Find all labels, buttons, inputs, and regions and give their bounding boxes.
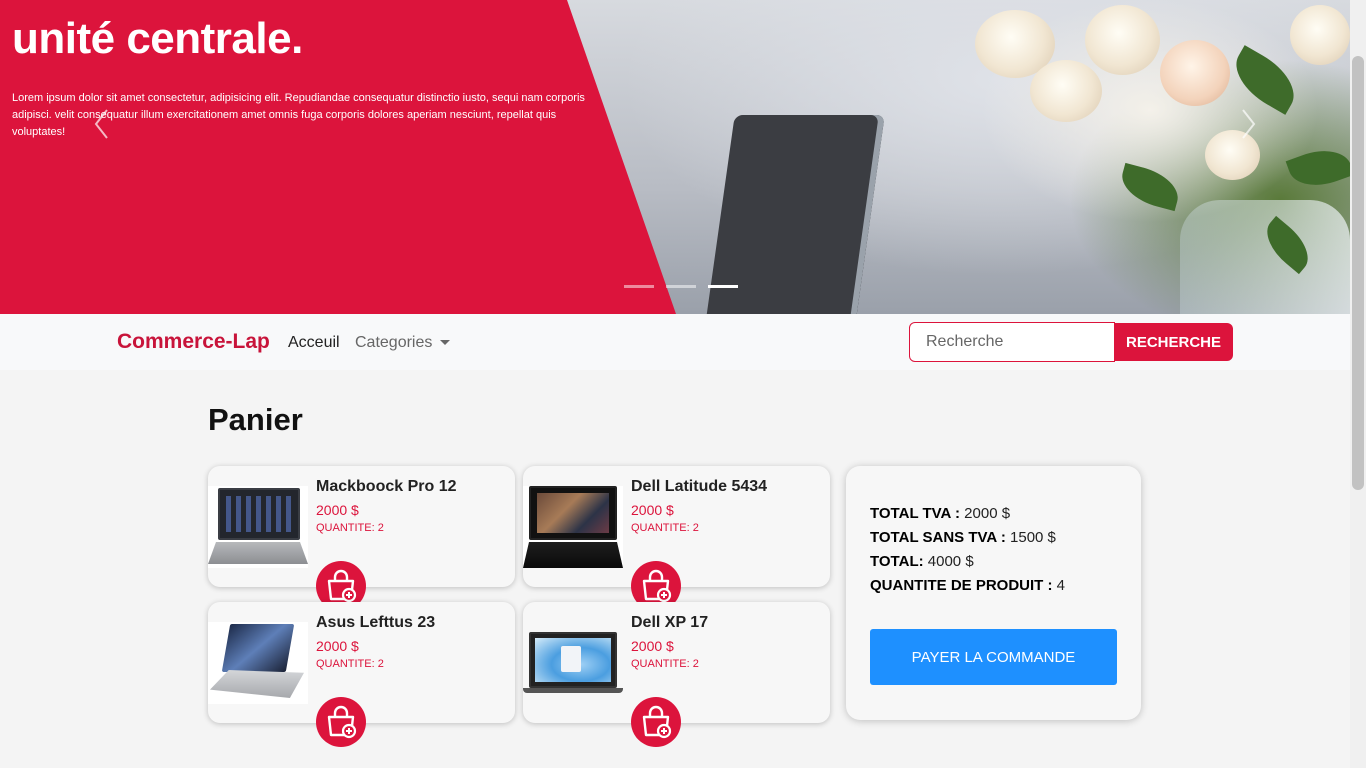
search-input[interactable]: [909, 322, 1115, 362]
product-price: 2000 $: [631, 502, 674, 518]
product-name: Asus Lefttus 23: [316, 614, 436, 631]
product-name: Mackboock Pro 12: [316, 478, 457, 495]
summary-value: 1500 $: [1005, 529, 1056, 546]
hero-vase-image: [1180, 200, 1350, 314]
cart-plus-icon: [327, 569, 357, 603]
summary-label: TOTAL:: [870, 553, 924, 570]
carousel-indicator-2[interactable]: [666, 285, 696, 288]
laptop-screen: [221, 624, 295, 672]
summary-value: 4000 $: [923, 553, 974, 570]
laptop-base: [523, 688, 623, 693]
chevron-left-icon: [94, 109, 108, 139]
product-price: 2000 $: [631, 638, 674, 654]
product-quantity: QUANTITE: 2: [316, 658, 384, 670]
cart-item-card: Asus Lefttus 23 2000 $ QUANTITE: 2: [208, 602, 515, 747]
product-price: 2000 $: [316, 502, 359, 518]
product-name: Dell XP 17: [631, 614, 709, 631]
cart-item-card: Dell Latitude 5434 2000 $ QUANTITE: 2: [523, 466, 830, 611]
navbar: Commerce-Lap Acceuil Categories RECHERCH…: [0, 314, 1350, 370]
hero-title: unité centrale.: [12, 14, 303, 63]
carousel-next-button[interactable]: [1240, 104, 1258, 144]
product-image: [208, 622, 308, 704]
summary-quantity: QUANTITE DE PRODUIT : 4: [870, 577, 1065, 594]
laptop-base: [208, 542, 308, 564]
product-image: [208, 486, 308, 568]
summary-value: 2000 $: [960, 505, 1011, 522]
laptop-screen: [529, 632, 617, 688]
summary-total-tva: TOTAL TVA : 2000 $: [870, 505, 1010, 522]
page-title: Panier: [208, 402, 303, 437]
nav-link-label: Acceuil: [288, 334, 340, 351]
caret-down-icon: [440, 340, 451, 346]
search-button[interactable]: RECHERCHE: [1114, 323, 1233, 361]
nav-dropdown-categories[interactable]: Categories: [355, 334, 451, 352]
hero-carousel: unité centrale. Lorem ipsum dolor sit am…: [0, 0, 1350, 314]
summary-label: QUANTITE DE PRODUIT :: [870, 577, 1053, 594]
hero-rose: [1030, 60, 1102, 122]
summary-total: TOTAL: 4000 $: [870, 553, 974, 570]
product-quantity: QUANTITE: 2: [316, 522, 384, 534]
carousel-indicators: [624, 285, 738, 288]
laptop-base: [523, 542, 623, 568]
brand-logo[interactable]: Commerce-Lap: [117, 330, 270, 354]
product-price: 2000 $: [316, 638, 359, 654]
summary-label: TOTAL SANS TVA :: [870, 529, 1006, 546]
chevron-right-icon: [1242, 109, 1256, 139]
product-image: [523, 486, 623, 568]
cart-plus-icon: [642, 705, 672, 739]
pay-order-button[interactable]: PAYER LA COMMANDE: [870, 629, 1117, 685]
carousel-indicator-1[interactable]: [624, 285, 654, 288]
hero-rose: [1160, 40, 1230, 106]
cart-plus-icon: [327, 705, 357, 739]
product-image: [523, 622, 623, 704]
summary-label: TOTAL TVA :: [870, 505, 960, 522]
product-quantity: QUANTITE: 2: [631, 522, 699, 534]
nav-link-acceuil[interactable]: Acceuil: [288, 334, 340, 352]
product-quantity: QUANTITE: 2: [631, 658, 699, 670]
summary-value: 4: [1052, 577, 1066, 594]
laptop-screen: [218, 488, 300, 540]
hero-rose: [1290, 5, 1350, 65]
scrollbar-thumb[interactable]: [1352, 56, 1364, 490]
summary-total-sans-tva: TOTAL SANS TVA : 1500 $: [870, 529, 1056, 546]
carousel-indicator-3[interactable]: [708, 285, 738, 288]
laptop-screen: [529, 486, 617, 540]
cart-item-card: Dell XP 17 2000 $ QUANTITE: 2: [523, 602, 830, 747]
laptop-base: [210, 670, 304, 698]
add-to-cart-button[interactable]: [316, 697, 366, 747]
order-summary: TOTAL TVA : 2000 $ TOTAL SANS TVA : 1500…: [846, 466, 1141, 720]
add-to-cart-button[interactable]: [631, 697, 681, 747]
carousel-prev-button[interactable]: [92, 104, 110, 144]
product-name: Dell Latitude 5434: [631, 478, 768, 495]
cart-plus-icon: [642, 569, 672, 603]
cart-item-card: Mackboock Pro 12 2000 $ QUANTITE: 2: [208, 466, 515, 611]
nav-link-label: Categories: [355, 334, 433, 351]
hero-rose: [1085, 5, 1160, 75]
